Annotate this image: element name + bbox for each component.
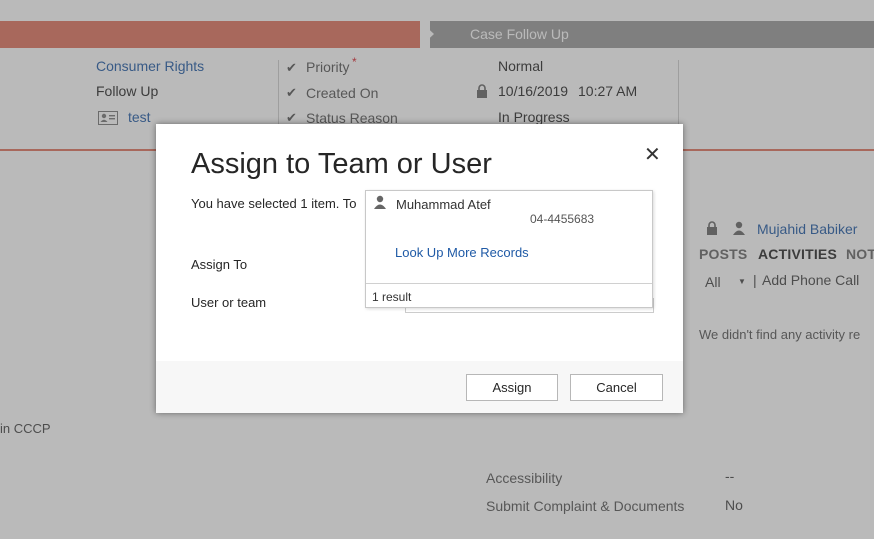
close-icon[interactable]: ✕ xyxy=(644,142,661,167)
lookup-result-count: 1 result xyxy=(372,290,412,304)
lookup-flyout-footer: 1 result xyxy=(366,283,652,307)
assign-button[interactable]: Assign xyxy=(466,374,558,401)
lookup-result-name[interactable]: Muhammad Atef xyxy=(396,197,491,212)
dialog-footer: Assign Cancel xyxy=(156,361,683,413)
dialog-title: Assign to Team or User xyxy=(191,148,492,180)
assign-dialog: Assign to Team or User ✕ You have select… xyxy=(156,124,683,413)
assign-to-label: Assign To xyxy=(191,257,248,272)
lookup-result-phone[interactable]: 04-4455683 xyxy=(530,212,594,226)
selected-items-text: You have selected 1 item. To xyxy=(191,196,357,211)
lookup-results-flyout: Muhammad Atef 04-4455683 Look Up More Re… xyxy=(365,190,653,308)
cancel-button[interactable]: Cancel xyxy=(570,374,663,401)
user-or-team-label: User or team xyxy=(191,295,267,310)
look-up-more-records-link[interactable]: Look Up More Records xyxy=(395,245,529,260)
user-icon xyxy=(373,195,387,214)
